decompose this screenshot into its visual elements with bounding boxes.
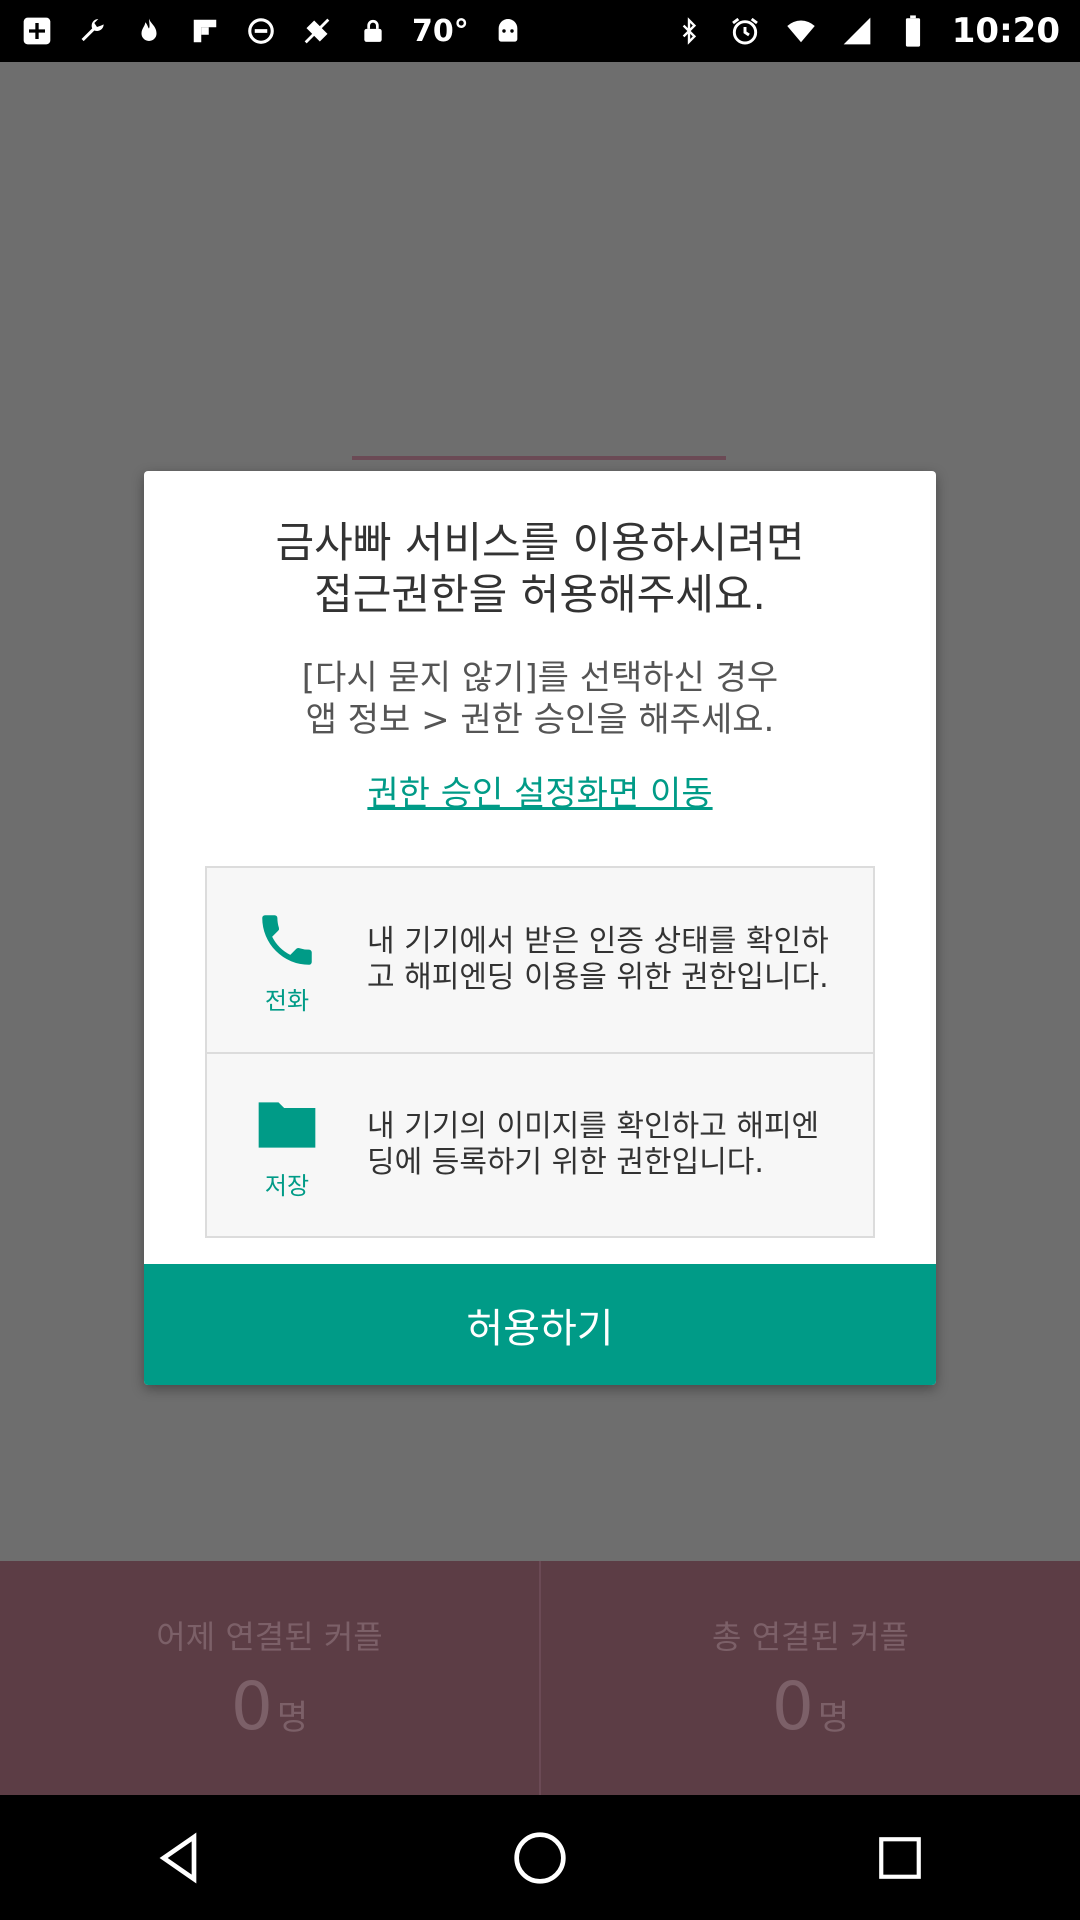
couple-stats-panel: 어제 연결된 커플 0 명 총 연결된 커플 0 명 bbox=[0, 1561, 1080, 1795]
stat-unit: 명 bbox=[817, 1697, 850, 1738]
permission-label: 전화 bbox=[264, 986, 310, 1015]
permission-item-storage: 저장 내 기기의 이미지를 확인하고 해피엔딩에 등록하기 위한 권한입니다. bbox=[207, 1053, 873, 1237]
temperature-text: 70° bbox=[412, 13, 469, 49]
stat-label: 총 연결된 커플 bbox=[712, 1617, 909, 1656]
stat-label: 어제 연결된 커플 bbox=[156, 1617, 383, 1656]
add-box-icon bbox=[20, 14, 54, 48]
home-icon[interactable] bbox=[504, 1822, 576, 1894]
android-icon bbox=[491, 14, 525, 48]
back-icon[interactable] bbox=[144, 1822, 216, 1894]
folder-icon bbox=[252, 1090, 322, 1160]
stat-value: 0 bbox=[230, 1667, 273, 1745]
permission-list: 전화 내 기기에서 받은 인증 상태를 확인하고 해피엔딩 이용을 위한 권한입… bbox=[205, 866, 875, 1238]
dialog-note: [다시 묻지 않기]를 선택하신 경우 앱 정보 > 권한 승인을 해주세요. bbox=[301, 658, 779, 740]
clock: 10:20 bbox=[951, 11, 1060, 51]
signal-icon bbox=[840, 14, 874, 48]
stat-unit: 명 bbox=[276, 1697, 309, 1738]
background-divider bbox=[352, 456, 726, 460]
allow-button[interactable]: 허용하기 bbox=[144, 1264, 936, 1385]
stat-total: 총 연결된 커플 0 명 bbox=[539, 1561, 1080, 1795]
battery-icon bbox=[896, 14, 930, 48]
bluetooth-icon bbox=[672, 14, 706, 48]
fake-gps-icon bbox=[300, 14, 334, 48]
flame-icon bbox=[132, 14, 166, 48]
navigation-bar bbox=[0, 1795, 1080, 1920]
permission-description: 내 기기의 이미지를 확인하고 해피엔딩에 등록하기 위한 권한입니다. bbox=[367, 1109, 820, 1180]
lock-icon bbox=[356, 14, 390, 48]
wifi-icon bbox=[784, 14, 818, 48]
alarm-icon bbox=[728, 14, 762, 48]
status-bar: 70° 10:20 bbox=[0, 0, 1080, 62]
stat-value: 0 bbox=[771, 1667, 814, 1745]
permission-label: 저장 bbox=[264, 1171, 310, 1200]
dialog-title: 금사빠 서비스를 이용하시려면 접근권한을 허용해주세요. bbox=[275, 518, 805, 619]
permission-dialog: 금사빠 서비스를 이용하시려면 접근권한을 허용해주세요. [다시 묻지 않기]… bbox=[144, 471, 936, 1385]
permission-item-phone: 전화 내 기기에서 받은 인증 상태를 확인하고 해피엔딩 이용을 위한 권한입… bbox=[207, 868, 873, 1054]
phone-icon bbox=[252, 905, 322, 975]
flipboard-icon bbox=[188, 14, 222, 48]
recents-icon[interactable] bbox=[864, 1822, 936, 1894]
blocked-icon bbox=[244, 14, 278, 48]
permission-settings-link[interactable]: 권한 승인 설정화면 이동 bbox=[144, 766, 936, 815]
stat-yesterday: 어제 연결된 커플 0 명 bbox=[0, 1561, 539, 1795]
permission-description: 내 기기에서 받은 인증 상태를 확인하고 해피엔딩 이용을 위한 권한입니다. bbox=[367, 924, 829, 995]
wrench-icon bbox=[76, 14, 110, 48]
